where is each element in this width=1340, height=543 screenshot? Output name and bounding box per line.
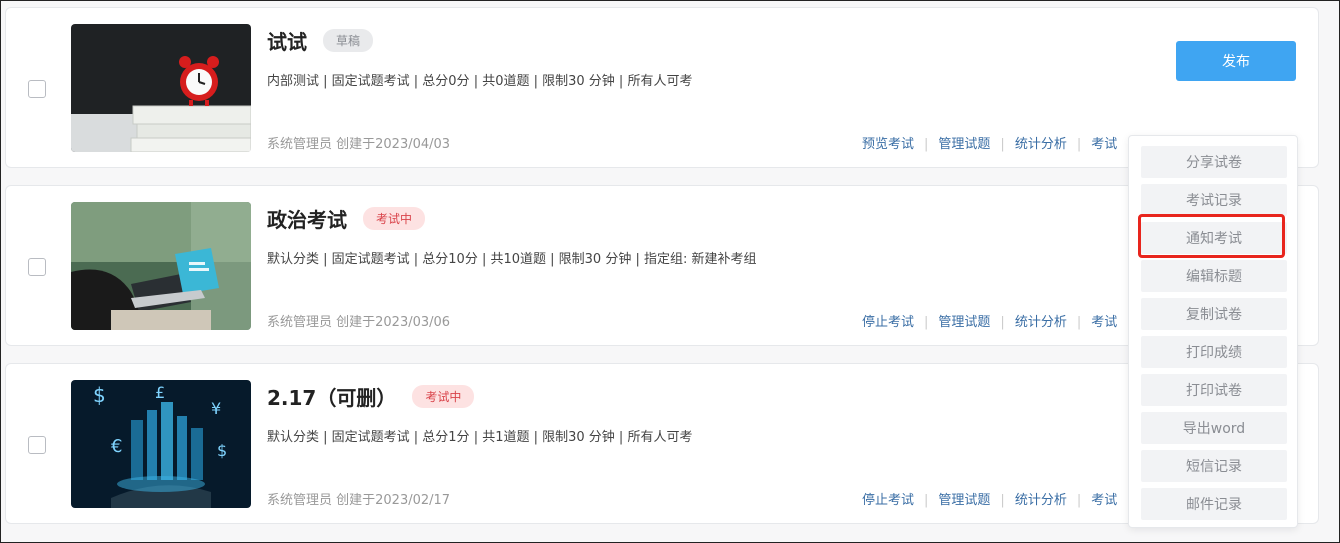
svg-text:£: £: [155, 383, 165, 402]
statistics-link[interactable]: 统计分析: [1015, 493, 1067, 508]
exam-list-panel: 试试 草稿 内部测试 | 固定试题考试 | 总分0分 | 共0道题 | 限制30…: [0, 0, 1340, 543]
menu-item-print-paper[interactable]: 打印试卷: [1141, 374, 1287, 406]
exam-meta: 默认分类 | 固定试题考试 | 总分10分 | 共10道题 | 限制30 分钟 …: [267, 252, 757, 267]
menu-item-exam-records[interactable]: 考试记录: [1141, 184, 1287, 216]
exam-title: 政治考试: [267, 208, 347, 232]
exam-title: 2.17（可删）: [267, 386, 397, 410]
menu-item-export-word[interactable]: 导出word: [1141, 412, 1287, 444]
exam-creator: 系统管理员 创建于2023/04/03: [267, 137, 451, 152]
svg-text:¥: ¥: [211, 399, 221, 418]
exam-card: 政治考试 考试中 默认分类 | 固定试题考试 | 总分10分 | 共10道题 |…: [5, 185, 1319, 346]
stop-exam-link[interactable]: 停止考试: [862, 493, 914, 508]
exam-card: $ £ ¥ € $ 2.17（可删） 考试中 默认分类 | 固定试题考试 | 总…: [5, 363, 1319, 524]
exam-meta: 内部测试 | 固定试题考试 | 总分0分 | 共0道题 | 限制30 分钟 | …: [267, 74, 693, 89]
manage-questions-link[interactable]: 管理试题: [938, 493, 990, 508]
menu-item-copy-paper[interactable]: 复制试卷: [1141, 298, 1287, 330]
exam-creator: 系统管理员 创建于2023/02/17: [267, 493, 451, 508]
status-badge: 考试中: [363, 207, 426, 230]
statistics-link[interactable]: 统计分析: [1015, 137, 1067, 152]
manage-questions-link[interactable]: 管理试题: [938, 137, 990, 152]
exam-thumbnail-currency: $ £ ¥ € $: [71, 380, 251, 508]
exam-actions: 预览考试 | 管理试题 | 统计分析 | 考试: [862, 137, 1118, 152]
menu-item-notify-exam[interactable]: 通知考试: [1141, 222, 1287, 254]
exam-more-link[interactable]: 考试: [1091, 137, 1117, 152]
manage-questions-link[interactable]: 管理试题: [938, 315, 990, 330]
exam-more-link[interactable]: 考试: [1091, 315, 1117, 330]
exam-select-checkbox[interactable]: [28, 436, 46, 454]
menu-item-print-scores[interactable]: 打印成绩: [1141, 336, 1287, 368]
status-badge: 考试中: [412, 385, 475, 408]
exam-title: 试试: [267, 30, 307, 54]
exam-select-checkbox[interactable]: [28, 258, 46, 276]
statistics-link[interactable]: 统计分析: [1015, 315, 1067, 330]
menu-item-email-records[interactable]: 邮件记录: [1141, 488, 1287, 520]
exam-more-dropdown: 分享试卷 考试记录 通知考试 编辑标题 复制试卷 打印成绩 打印试卷 导出wor…: [1128, 135, 1298, 528]
stop-exam-link[interactable]: 停止考试: [862, 315, 914, 330]
menu-item-sms-records[interactable]: 短信记录: [1141, 450, 1287, 482]
status-badge: 草稿: [323, 29, 374, 52]
exam-thumbnail-laptop: [71, 202, 251, 330]
svg-text:$: $: [217, 441, 227, 460]
exam-select-checkbox[interactable]: [28, 80, 46, 98]
exam-creator: 系统管理员 创建于2023/03/06: [267, 315, 451, 330]
menu-item-edit-title[interactable]: 编辑标题: [1141, 260, 1287, 292]
svg-text:€: €: [111, 436, 122, 457]
publish-button[interactable]: 发布: [1176, 41, 1296, 81]
menu-item-share-paper[interactable]: 分享试卷: [1141, 146, 1287, 178]
svg-text:$: $: [93, 383, 106, 407]
preview-exam-link[interactable]: 预览考试: [862, 137, 914, 152]
exam-thumbnail-alarm-clock: [71, 24, 251, 152]
exam-actions: 停止考试 | 管理试题 | 统计分析 | 考试: [862, 315, 1118, 330]
exam-card: 试试 草稿 内部测试 | 固定试题考试 | 总分0分 | 共0道题 | 限制30…: [5, 7, 1319, 168]
exam-more-link[interactable]: 考试: [1091, 493, 1117, 508]
exam-meta: 默认分类 | 固定试题考试 | 总分1分 | 共1道题 | 限制30 分钟 | …: [267, 430, 693, 445]
exam-actions: 停止考试 | 管理试题 | 统计分析 | 考试: [862, 493, 1118, 508]
